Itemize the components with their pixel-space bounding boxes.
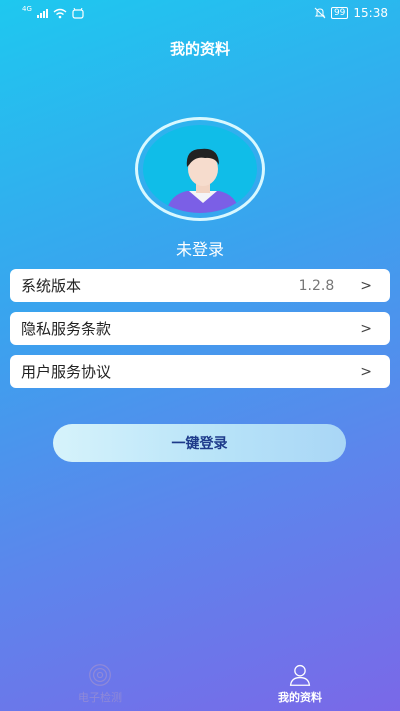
status-right: 99 15:38 (314, 6, 388, 20)
menu-item-user-agreement[interactable]: 用户服务协议 > (10, 355, 390, 388)
menu-item-label: 系统版本 (21, 277, 82, 295)
target-icon (89, 664, 111, 686)
version-value: 1.2.8 (298, 277, 335, 294)
menu-item-label: 隐私服务条款 (21, 320, 112, 338)
bottom-tab-bar: 电子检测 我的资料 (0, 663, 400, 711)
menu-item-right: > (360, 321, 372, 337)
network-type: 4G (22, 5, 32, 13)
menu-item-label: 用户服务协议 (21, 363, 112, 381)
menu-item-privacy-terms[interactable]: 隐私服务条款 > (10, 312, 390, 345)
tab-detection[interactable]: 电子检测 (0, 663, 200, 711)
avatar-background (143, 125, 257, 213)
chevron-right-icon: > (360, 277, 372, 294)
user-avatar-icon (165, 148, 241, 213)
person-icon (289, 664, 311, 686)
chevron-right-icon: > (360, 320, 372, 337)
chevron-right-icon: > (360, 363, 372, 380)
notification-app-icon (72, 7, 84, 19)
tab-my-profile[interactable]: 我的资料 (200, 663, 400, 711)
battery-icon: 99 (330, 7, 349, 19)
tab-label: 我的资料 (278, 691, 322, 704)
menu-item-right: 1.2.8 > (299, 278, 372, 294)
mute-icon (314, 7, 326, 19)
status-bar: 4G 99 15:38 (0, 0, 400, 26)
menu-item-system-version[interactable]: 系统版本 1.2.8 > (10, 269, 390, 302)
avatar[interactable] (135, 117, 265, 221)
status-time: 15:38 (353, 6, 388, 20)
status-left: 4G (22, 5, 84, 19)
signal-icon (36, 8, 48, 18)
wifi-icon (53, 8, 67, 18)
page-title: 我的资料 (169, 40, 230, 58)
one-click-login-button[interactable]: 一键登录 (53, 424, 346, 462)
menu-item-right: > (360, 364, 372, 380)
login-status[interactable]: 未登录 (0, 236, 400, 260)
tab-label: 电子检测 (78, 691, 122, 704)
